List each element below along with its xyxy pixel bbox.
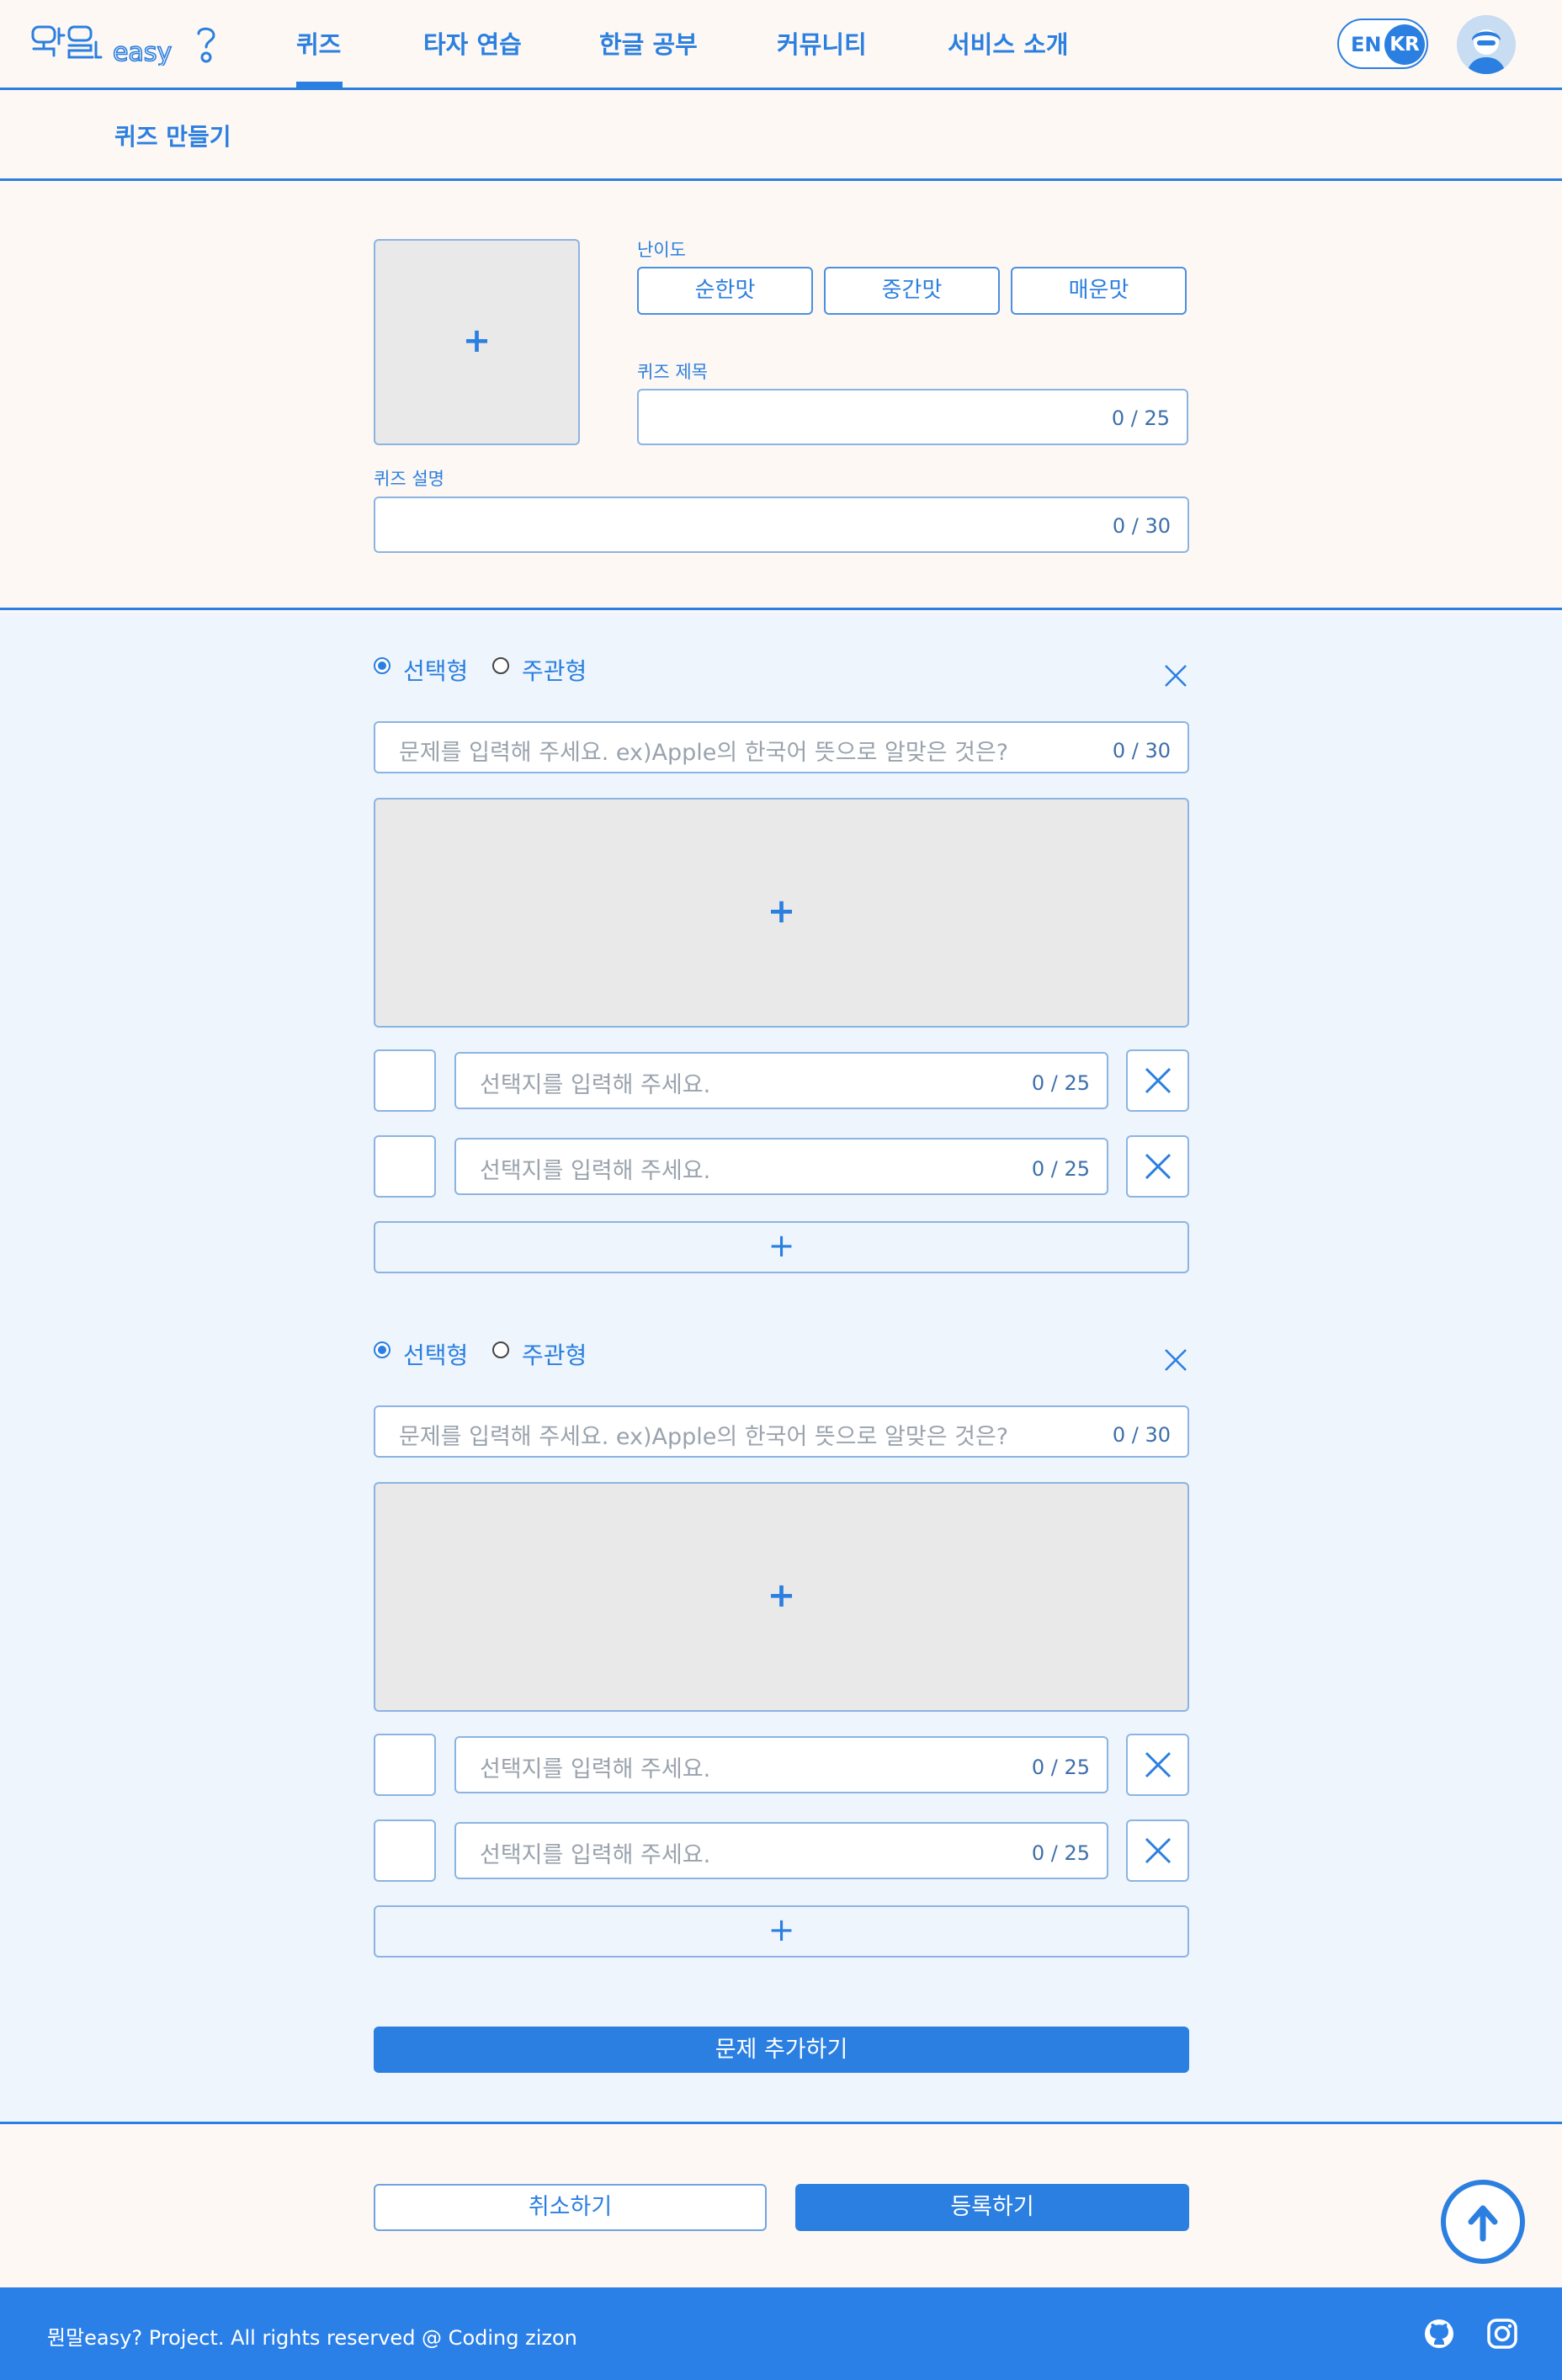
question-counter: 0 / 30 xyxy=(1112,739,1171,762)
add-choice-button[interactable]: + xyxy=(374,1905,1189,1958)
delete-question-icon[interactable] xyxy=(1163,1347,1188,1373)
svg-text:easy: easy xyxy=(113,38,172,66)
close-icon xyxy=(1145,1153,1172,1180)
nav-community[interactable]: 커뮤니티 xyxy=(777,25,867,61)
lang-kr-option[interactable]: KR xyxy=(1384,24,1425,65)
radio-subjective[interactable] xyxy=(492,1341,509,1358)
quiz-title-input[interactable]: 0 / 25 xyxy=(637,389,1188,445)
question-counter: 0 / 30 xyxy=(1112,1423,1171,1447)
choice-placeholder: 선택지를 입력해 주세요. xyxy=(480,1158,711,1184)
lang-en-option[interactable]: EN xyxy=(1351,33,1381,56)
logo[interactable]: easy xyxy=(30,24,219,66)
choice-input[interactable]: 선택지를 입력해 주세요. 0 / 25 xyxy=(454,1736,1108,1793)
close-icon xyxy=(1145,1067,1172,1094)
quiz-description-label: 퀴즈 설명 xyxy=(374,469,444,489)
radio-multiple-choice[interactable] xyxy=(374,1341,390,1358)
nav-typing-practice[interactable]: 타자 연습 xyxy=(423,25,522,61)
difficulty-hot-button[interactable]: 매운맛 xyxy=(1011,267,1187,315)
profile-icon xyxy=(1457,15,1516,74)
question-placeholder: 문제를 입력해 주세요. ex)Apple의 한국어 뜻으로 알맞은 것은? xyxy=(399,740,1009,766)
language-toggle[interactable]: EN KR xyxy=(1337,19,1428,69)
choice-placeholder: 선택지를 입력해 주세요. xyxy=(480,1756,711,1782)
correct-answer-checkbox[interactable] xyxy=(374,1734,436,1796)
radio-subjective[interactable] xyxy=(492,657,509,674)
thumbnail-upload[interactable]: + xyxy=(374,239,580,445)
submit-button[interactable]: 등록하기 xyxy=(795,2184,1189,2231)
plus-icon: + xyxy=(462,321,491,360)
delete-choice-button[interactable] xyxy=(1126,1820,1189,1882)
quiz-description-input[interactable]: 0 / 30 xyxy=(374,497,1189,553)
radio-multiple-choice-label[interactable]: 선택형 xyxy=(403,653,468,687)
radio-subjective-label[interactable]: 주관형 xyxy=(522,653,587,687)
footer-copyright: 뭔말easy? Project. All rights reserved @ C… xyxy=(47,2326,577,2350)
question-input[interactable]: 문제를 입력해 주세요. ex)Apple의 한국어 뜻으로 알맞은 것은? 0… xyxy=(374,1405,1189,1458)
choice-counter: 0 / 25 xyxy=(1031,1756,1090,1779)
radio-multiple-choice[interactable] xyxy=(374,657,390,674)
question-type-selector: 선택형 주관형 xyxy=(374,653,710,685)
question-placeholder: 문제를 입력해 주세요. ex)Apple의 한국어 뜻으로 알맞은 것은? xyxy=(399,1424,1009,1450)
nav-active-indicator xyxy=(296,82,343,90)
quiz-title-counter: 0 / 25 xyxy=(1111,406,1170,430)
plus-icon: + xyxy=(768,1911,795,1948)
quiz-description-counter: 0 / 30 xyxy=(1112,514,1171,538)
close-icon xyxy=(1145,1751,1172,1778)
quiz-meta-section: + 난이도 순한맛 중간맛 매운맛 퀴즈 제목 0 / 25 퀴즈 설명 0 /… xyxy=(0,181,1562,610)
quiz-title-label: 퀴즈 제목 xyxy=(637,362,708,382)
page-subheader: 퀴즈 만들기 xyxy=(0,90,1562,181)
difficulty-mild-button[interactable]: 순한맛 xyxy=(637,267,813,315)
difficulty-medium-button[interactable]: 중간맛 xyxy=(824,267,1000,315)
question-image-upload[interactable]: + xyxy=(374,1482,1189,1712)
choice-input[interactable]: 선택지를 입력해 주세요. 0 / 25 xyxy=(454,1822,1108,1879)
choice-placeholder: 선택지를 입력해 주세요. xyxy=(480,1072,711,1098)
choice-counter: 0 / 25 xyxy=(1031,1841,1090,1865)
choice-input[interactable]: 선택지를 입력해 주세요. 0 / 25 xyxy=(454,1138,1108,1195)
delete-choice-button[interactable] xyxy=(1126,1049,1189,1112)
delete-choice-button[interactable] xyxy=(1126,1734,1189,1796)
top-header: easy 퀴즈 타자 연습 한글 공부 커뮤니티 서비스 소개 EN KR xyxy=(0,0,1562,90)
questions-section: 선택형 주관형 문제를 입력해 주세요. ex)Apple의 한국어 뜻으로 알… xyxy=(0,613,1562,2124)
delete-question-icon[interactable] xyxy=(1163,663,1188,688)
plus-icon: + xyxy=(768,1227,795,1264)
choice-placeholder: 선택지를 입력해 주세요. xyxy=(480,1842,711,1868)
arrow-up-icon xyxy=(1468,2205,1498,2242)
github-icon[interactable] xyxy=(1423,2318,1455,2350)
add-choice-button[interactable]: + xyxy=(374,1221,1189,1273)
question-input[interactable]: 문제를 입력해 주세요. ex)Apple의 한국어 뜻으로 알맞은 것은? 0… xyxy=(374,721,1189,773)
nav-service-intro[interactable]: 서비스 소개 xyxy=(948,25,1069,61)
instagram-icon[interactable] xyxy=(1486,2318,1518,2350)
choice-counter: 0 / 25 xyxy=(1031,1071,1090,1095)
choice-counter: 0 / 25 xyxy=(1031,1157,1090,1181)
correct-answer-checkbox[interactable] xyxy=(374,1049,436,1112)
scroll-to-top-button[interactable] xyxy=(1441,2180,1525,2264)
correct-answer-checkbox[interactable] xyxy=(374,1135,436,1198)
question-type-selector: 선택형 주관형 xyxy=(374,1337,710,1369)
avatar[interactable] xyxy=(1457,15,1516,74)
choice-input[interactable]: 선택지를 입력해 주세요. 0 / 25 xyxy=(454,1052,1108,1109)
close-icon xyxy=(1145,1837,1172,1864)
question-image-upload[interactable]: + xyxy=(374,798,1189,1028)
nav-quiz[interactable]: 퀴즈 xyxy=(296,25,341,61)
plus-icon: + xyxy=(767,1576,796,1615)
add-question-button[interactable]: 문제 추가하기 xyxy=(374,2027,1189,2073)
nav-hangul-study[interactable]: 한글 공부 xyxy=(599,25,698,61)
radio-subjective-label[interactable]: 주관형 xyxy=(522,1337,587,1371)
page-title: 퀴즈 만들기 xyxy=(114,123,231,151)
cancel-button[interactable]: 취소하기 xyxy=(374,2184,767,2231)
plus-icon: + xyxy=(767,892,796,931)
correct-answer-checkbox[interactable] xyxy=(374,1820,436,1882)
footer: 뭔말easy? Project. All rights reserved @ C… xyxy=(0,2287,1562,2380)
delete-choice-button[interactable] xyxy=(1126,1135,1189,1198)
difficulty-label: 난이도 xyxy=(637,240,686,260)
radio-multiple-choice-label[interactable]: 선택형 xyxy=(403,1337,468,1371)
